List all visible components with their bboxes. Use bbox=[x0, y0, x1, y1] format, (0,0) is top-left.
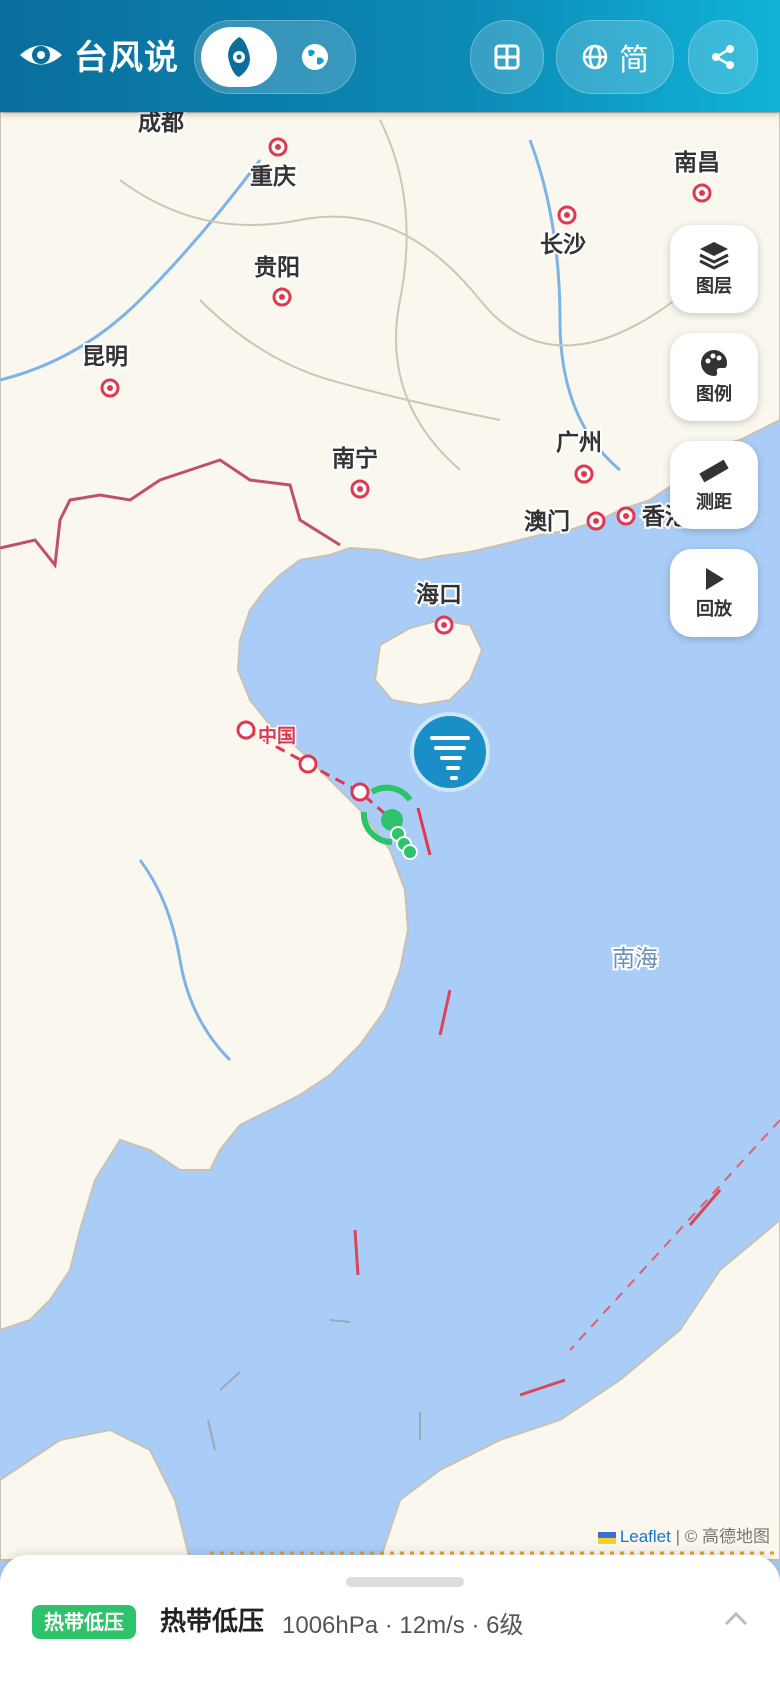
layers-label: 图层 bbox=[696, 276, 732, 297]
measure-label: 测距 bbox=[696, 492, 732, 513]
sheet-drag-handle[interactable] bbox=[346, 1577, 464, 1587]
ukraine-flag-icon bbox=[597, 1531, 616, 1544]
playback-button[interactable]: 回放 bbox=[670, 549, 758, 637]
label-macau: 澳门 bbox=[524, 508, 570, 535]
typhoon-info-bubble[interactable] bbox=[410, 712, 490, 792]
ruler-icon bbox=[699, 459, 729, 483]
leaflet-link[interactable]: Leaflet bbox=[620, 1527, 671, 1546]
palette-icon bbox=[701, 350, 727, 376]
label-guangzhou: 广州 bbox=[556, 429, 602, 456]
top-bar: 台风说 简 bbox=[0, 0, 780, 112]
layers-button[interactable]: 图层 bbox=[670, 225, 758, 313]
storm-stats: 1006hPa · 12m/s · 6级 bbox=[282, 1612, 524, 1639]
layers-icon bbox=[699, 242, 729, 270]
label-nanchang: 南昌 bbox=[674, 150, 720, 176]
label-chongqing: 重庆 bbox=[250, 163, 296, 190]
language-button[interactable]: 简 bbox=[556, 20, 674, 94]
map-attribution: Leaflet | © 高德地图 bbox=[597, 1522, 770, 1547]
share-icon bbox=[712, 45, 734, 69]
globe-icon bbox=[302, 44, 328, 70]
grid-button[interactable] bbox=[470, 20, 544, 94]
typhoon-icon bbox=[228, 37, 250, 77]
legend-button[interactable]: 图例 bbox=[670, 333, 758, 421]
track-label: 中国 bbox=[258, 724, 296, 747]
mode-toggle bbox=[194, 20, 356, 94]
globe-icon bbox=[582, 44, 608, 70]
measure-button[interactable]: 测距 bbox=[670, 441, 758, 529]
label-chengdu: 成都 bbox=[138, 110, 184, 136]
playback-label: 回放 bbox=[696, 599, 732, 620]
storm-info-sheet[interactable]: 热带低压 热带低压 1006hPa · 12m/s · 6级 bbox=[0, 1555, 780, 1688]
language-label: 简 bbox=[619, 43, 649, 78]
label-guiyang: 贵阳 bbox=[254, 255, 300, 281]
label-changsha: 长沙 bbox=[540, 232, 586, 258]
map[interactable]: 成都 重庆 贵阳 昆明 长沙 南昌 南宁 广州 澳门 香港 海口 南海 中国 bbox=[0, 0, 780, 1688]
label-nanning: 南宁 bbox=[332, 445, 378, 472]
legend-label: 图例 bbox=[696, 384, 732, 405]
app-logo: 台风说 bbox=[18, 30, 179, 79]
storm-name: 热带低压 bbox=[160, 1607, 265, 1637]
attribution-separator: | bbox=[675, 1527, 681, 1546]
grid-icon bbox=[494, 44, 520, 70]
eye-icon bbox=[20, 45, 62, 64]
map-provider: © 高德地图 bbox=[684, 1527, 770, 1546]
globe-mode-button[interactable] bbox=[277, 27, 353, 87]
share-button[interactable] bbox=[688, 20, 758, 94]
label-south-sea: 南海 bbox=[612, 946, 658, 972]
chevron-up-icon[interactable] bbox=[722, 1605, 750, 1633]
play-icon bbox=[706, 568, 724, 590]
app-title: 台风说 bbox=[74, 38, 179, 78]
storm-category-badge: 热带低压 bbox=[32, 1605, 136, 1639]
label-haikou: 海口 bbox=[416, 581, 462, 608]
label-kunming: 昆明 bbox=[82, 344, 128, 370]
typhoon-mode-button[interactable] bbox=[201, 27, 277, 87]
